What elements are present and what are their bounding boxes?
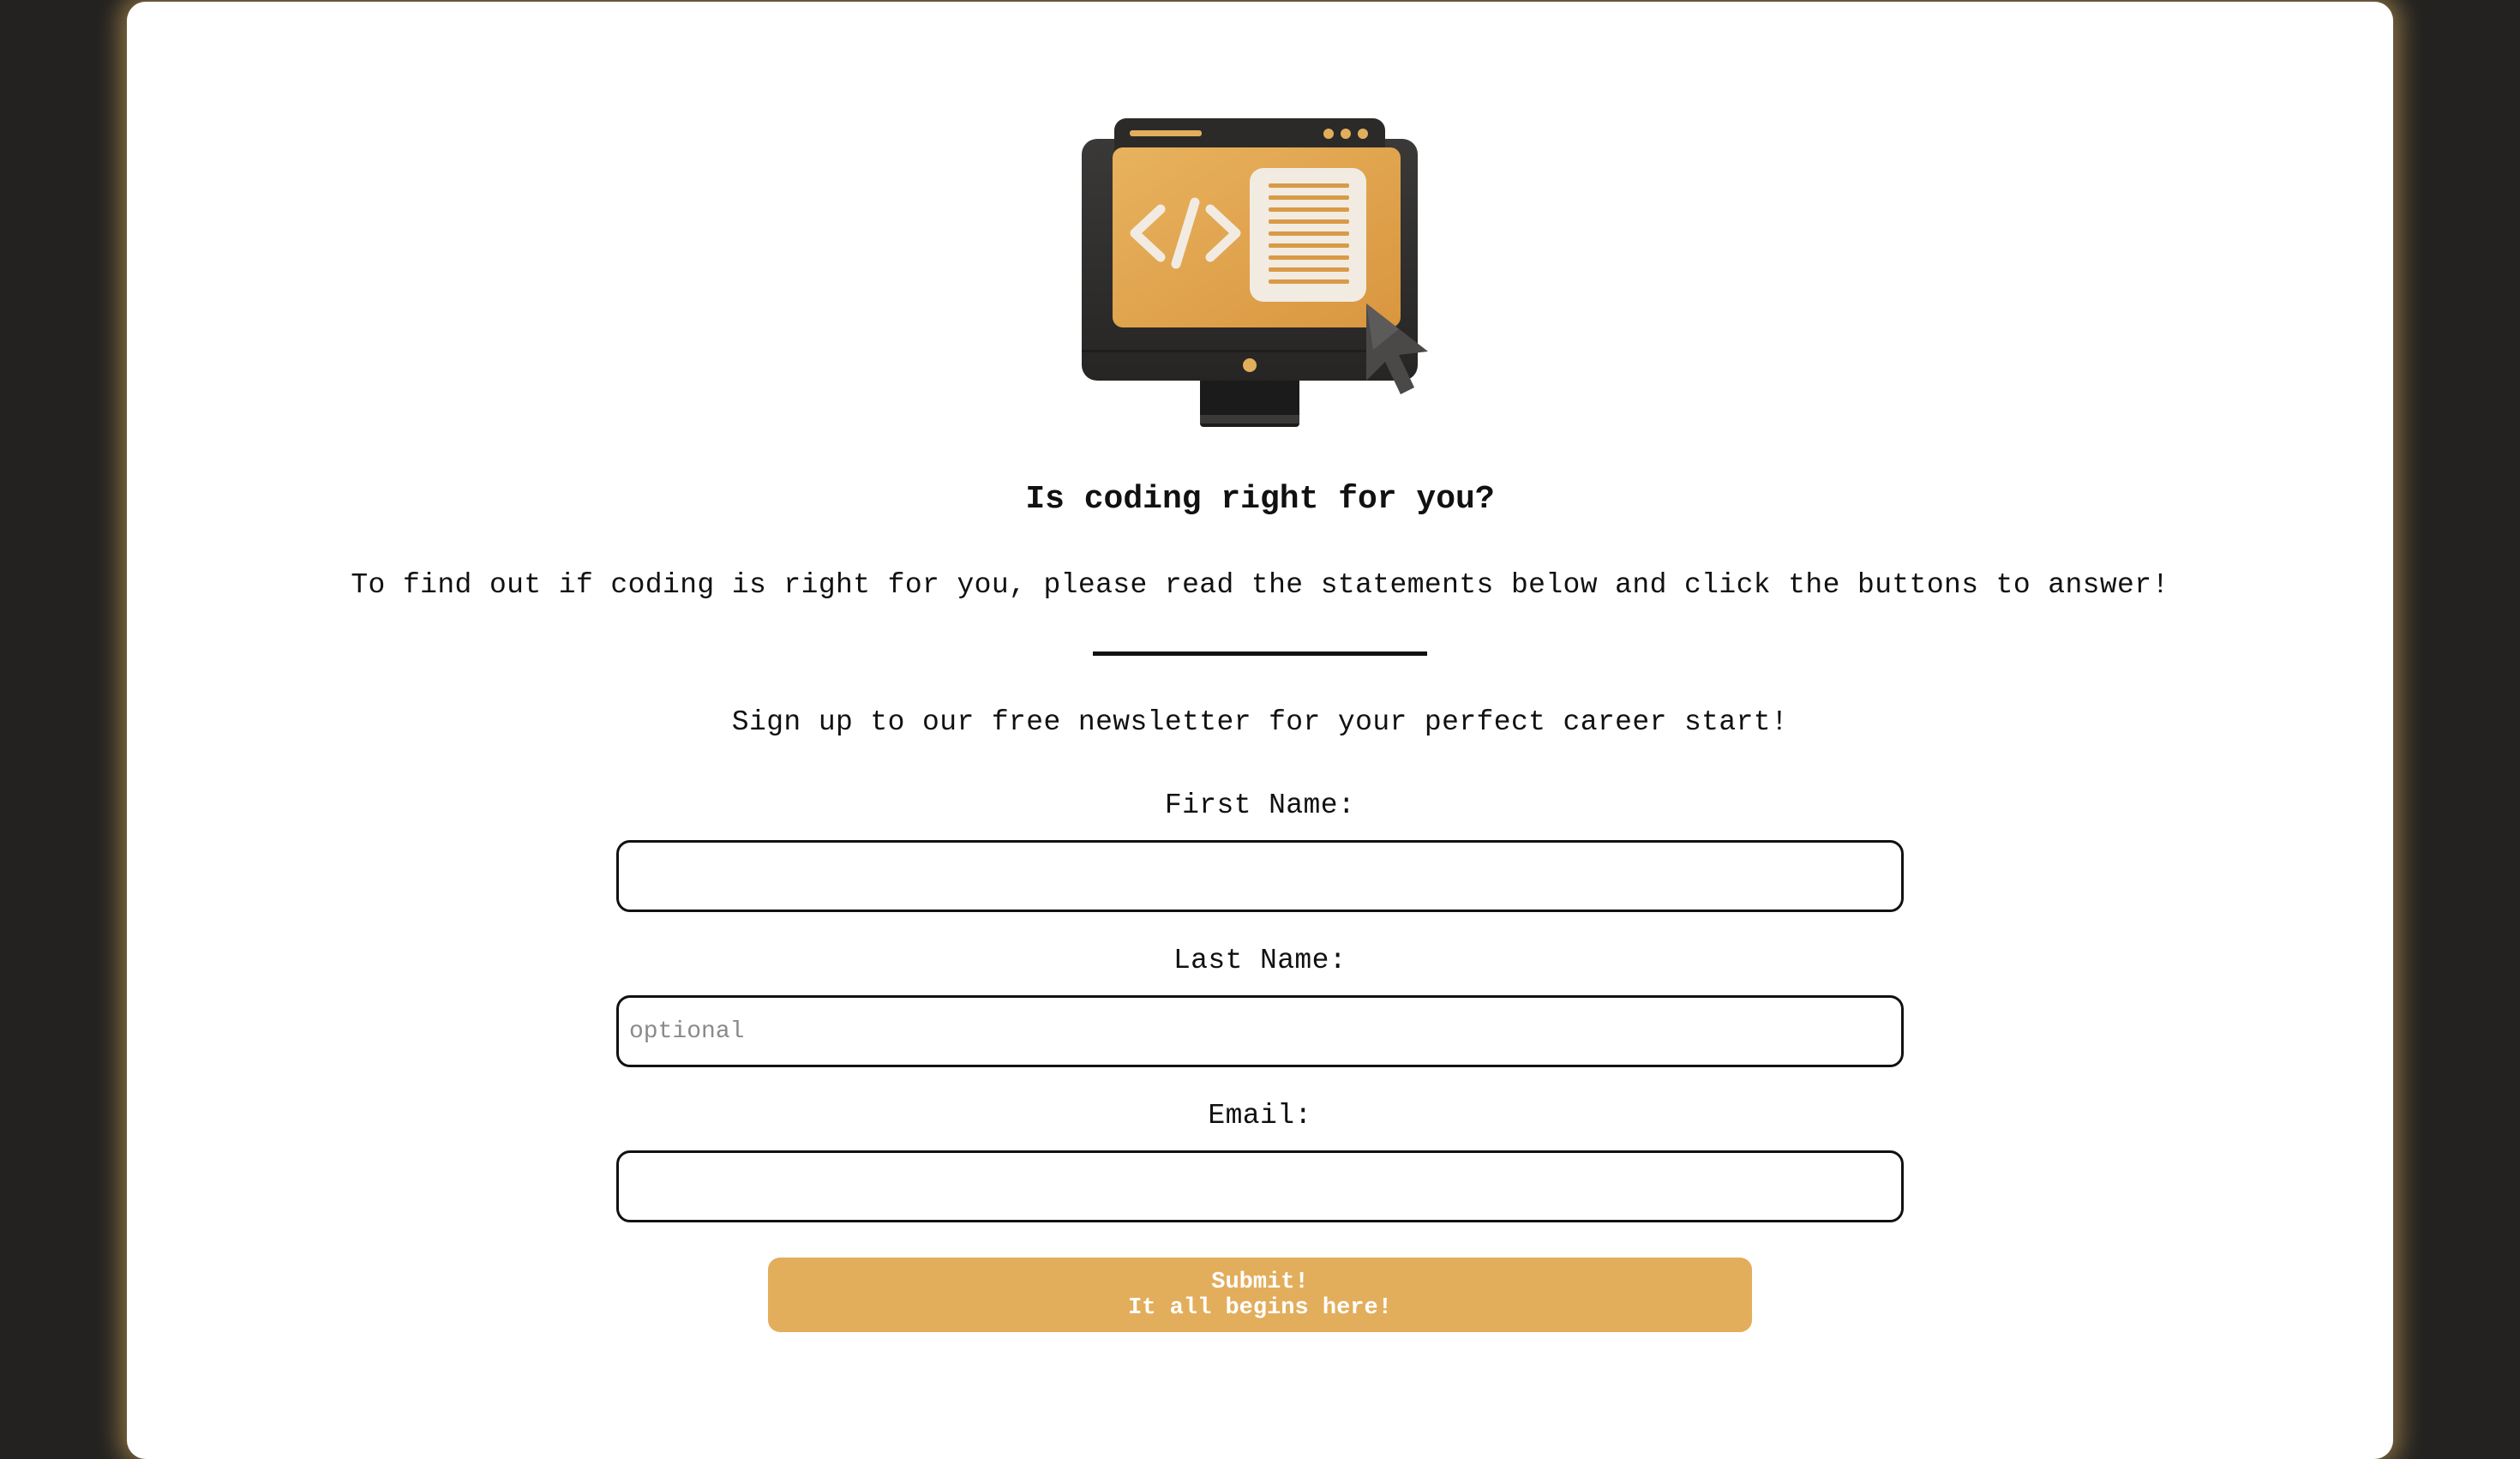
computer-code-illustration bbox=[1082, 118, 1428, 427]
submit-button-subtitle: It all begins here! bbox=[1128, 1294, 1392, 1321]
newsletter-text: Sign up to our free newsletter for your … bbox=[731, 706, 1789, 738]
email-label: Email: bbox=[1208, 1100, 1312, 1132]
page-title: Is coding right for you? bbox=[1025, 481, 1495, 518]
first-name-input[interactable] bbox=[616, 840, 1904, 912]
intro-text: To find out if coding is right for you, … bbox=[351, 569, 2169, 601]
first-name-label: First Name: bbox=[1164, 790, 1356, 821]
last-name-input[interactable] bbox=[616, 995, 1904, 1067]
submit-button-label: Submit! bbox=[1211, 1269, 1309, 1295]
email-input[interactable] bbox=[616, 1150, 1904, 1222]
section-divider bbox=[1093, 651, 1427, 656]
submit-button[interactable]: Submit! It all begins here! bbox=[768, 1258, 1752, 1332]
last-name-label: Last Name: bbox=[1173, 945, 1347, 976]
